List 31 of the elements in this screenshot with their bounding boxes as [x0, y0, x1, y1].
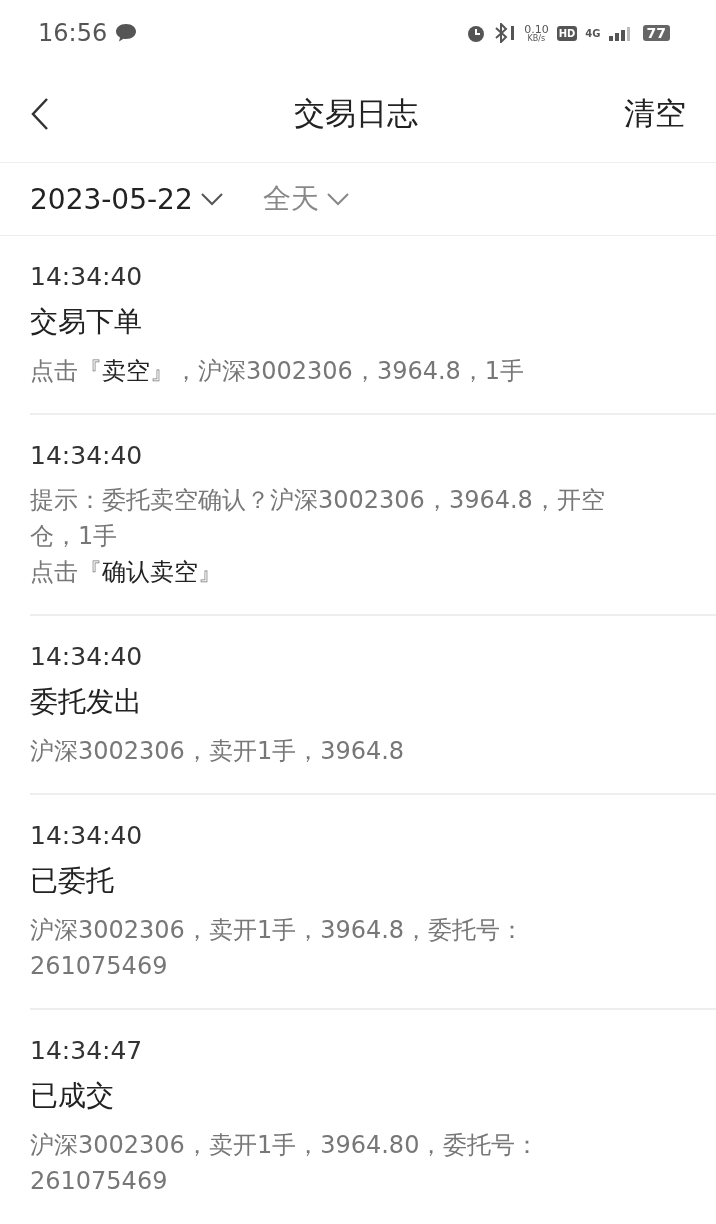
network-speed: 0.10: [524, 23, 549, 35]
log-time: 14:34:40: [30, 642, 144, 671]
log-detail: 沪深3002306，卖开1手，3964.8，委托号：261075469: [30, 915, 526, 982]
bluetooth-icon: [494, 23, 517, 43]
log-detail: 点击『确认卖空』: [30, 557, 223, 588]
clear-button[interactable]: 清空: [624, 93, 686, 135]
chat-bubble-icon: [115, 23, 138, 43]
speed-unit: KB/s: [527, 34, 546, 43]
log-title: 交易下单: [30, 304, 143, 340]
status-time: 16:56: [38, 19, 108, 47]
log-title: 已成交: [30, 1078, 115, 1114]
log-time: 14:34:40: [30, 821, 144, 850]
chevron-down-icon: [200, 192, 223, 206]
log-time: 14:34:40: [30, 441, 144, 470]
page-title: 交易日志: [294, 94, 418, 133]
log-title: 已委托: [30, 863, 115, 899]
log-time: 14:34:47: [30, 1036, 144, 1065]
chevron-down-icon: [326, 192, 349, 206]
hd-badge: HD: [556, 25, 578, 41]
log-detail: 提示：委托卖空确认？沪深3002306，3964.8，开空仓，1手: [30, 485, 606, 552]
log-time: 14:34:40: [30, 262, 144, 291]
network-type: 4G: [585, 27, 601, 39]
signal-icon: [608, 25, 631, 41]
battery-level: 77: [642, 25, 670, 41]
log-detail: 沪深3002306，卖开1手，3964.8: [30, 736, 406, 767]
alarm-icon: [466, 23, 487, 43]
date-dropdown[interactable]: 2023-05-22: [30, 182, 223, 216]
time-range-dropdown[interactable]: 全天: [262, 180, 349, 218]
log-title: 委托发出: [30, 684, 143, 720]
log-detail: 沪深3002306，卖开1手，3964.80，委托号：261075469: [30, 1130, 541, 1197]
log-detail: 点击『卖空』，沪深3002306，3964.8，1手: [30, 356, 526, 387]
